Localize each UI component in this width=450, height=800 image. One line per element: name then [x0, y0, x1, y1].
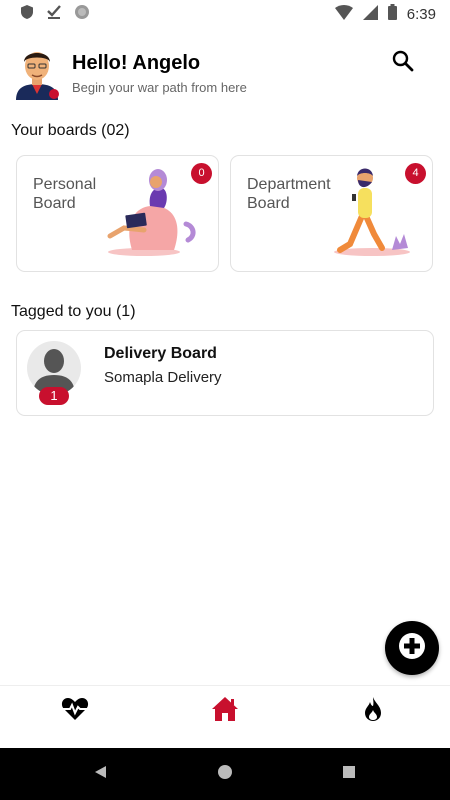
- tagged-section-title: Tagged to you (1): [11, 303, 136, 320]
- nav-activity[interactable]: [55, 696, 95, 726]
- search-button[interactable]: [392, 50, 416, 74]
- home-system-button[interactable]: [215, 764, 235, 784]
- tagged-count-badge: 1: [39, 387, 69, 405]
- status-time: 6:39: [406, 6, 436, 23]
- tagged-board-card[interactable]: 1 Delivery Board Somapla Delivery: [16, 330, 434, 416]
- wifi-icon: [334, 4, 353, 25]
- download-done-icon: [46, 4, 62, 25]
- man-walking-illustration: [328, 164, 418, 261]
- greeting-title: Hello! Angelo: [72, 52, 201, 74]
- recents-square-icon: [342, 765, 356, 784]
- heartbeat-icon: [61, 697, 89, 726]
- board-name: Department Board: [247, 176, 331, 212]
- woman-laptop-illustration: [104, 164, 204, 261]
- board-card-department[interactable]: Department Board 4: [230, 155, 433, 272]
- shield-icon: [20, 4, 34, 25]
- tagged-board-title: Delivery Board: [104, 345, 217, 362]
- avatar[interactable]: [12, 44, 62, 100]
- recents-button[interactable]: [339, 764, 359, 784]
- tagged-board-subtitle: Somapla Delivery: [104, 369, 222, 386]
- boards-section-title: Your boards (02): [11, 122, 130, 139]
- header: Hello! Angelo Begin your war path from h…: [0, 40, 450, 110]
- greeting-subtitle: Begin your war path from here: [72, 80, 247, 95]
- nav-trending[interactable]: [353, 696, 393, 726]
- system-navigation-bar: [0, 748, 450, 800]
- home-circle-icon: [217, 764, 233, 785]
- plus-icon: [398, 632, 426, 665]
- battery-icon: [387, 4, 397, 25]
- bottom-navigation: [0, 685, 450, 748]
- fire-icon: [363, 696, 383, 727]
- status-bar: 6:39: [0, 0, 450, 26]
- sync-icon: [74, 4, 90, 25]
- back-button[interactable]: [90, 764, 110, 784]
- board-card-personal[interactable]: Personal Board 0: [16, 155, 219, 272]
- nav-home[interactable]: [205, 696, 245, 726]
- search-icon: [392, 50, 414, 76]
- signal-icon: [362, 4, 378, 25]
- back-triangle-icon: [93, 765, 107, 784]
- add-board-button[interactable]: [385, 621, 439, 675]
- home-icon: [211, 696, 239, 727]
